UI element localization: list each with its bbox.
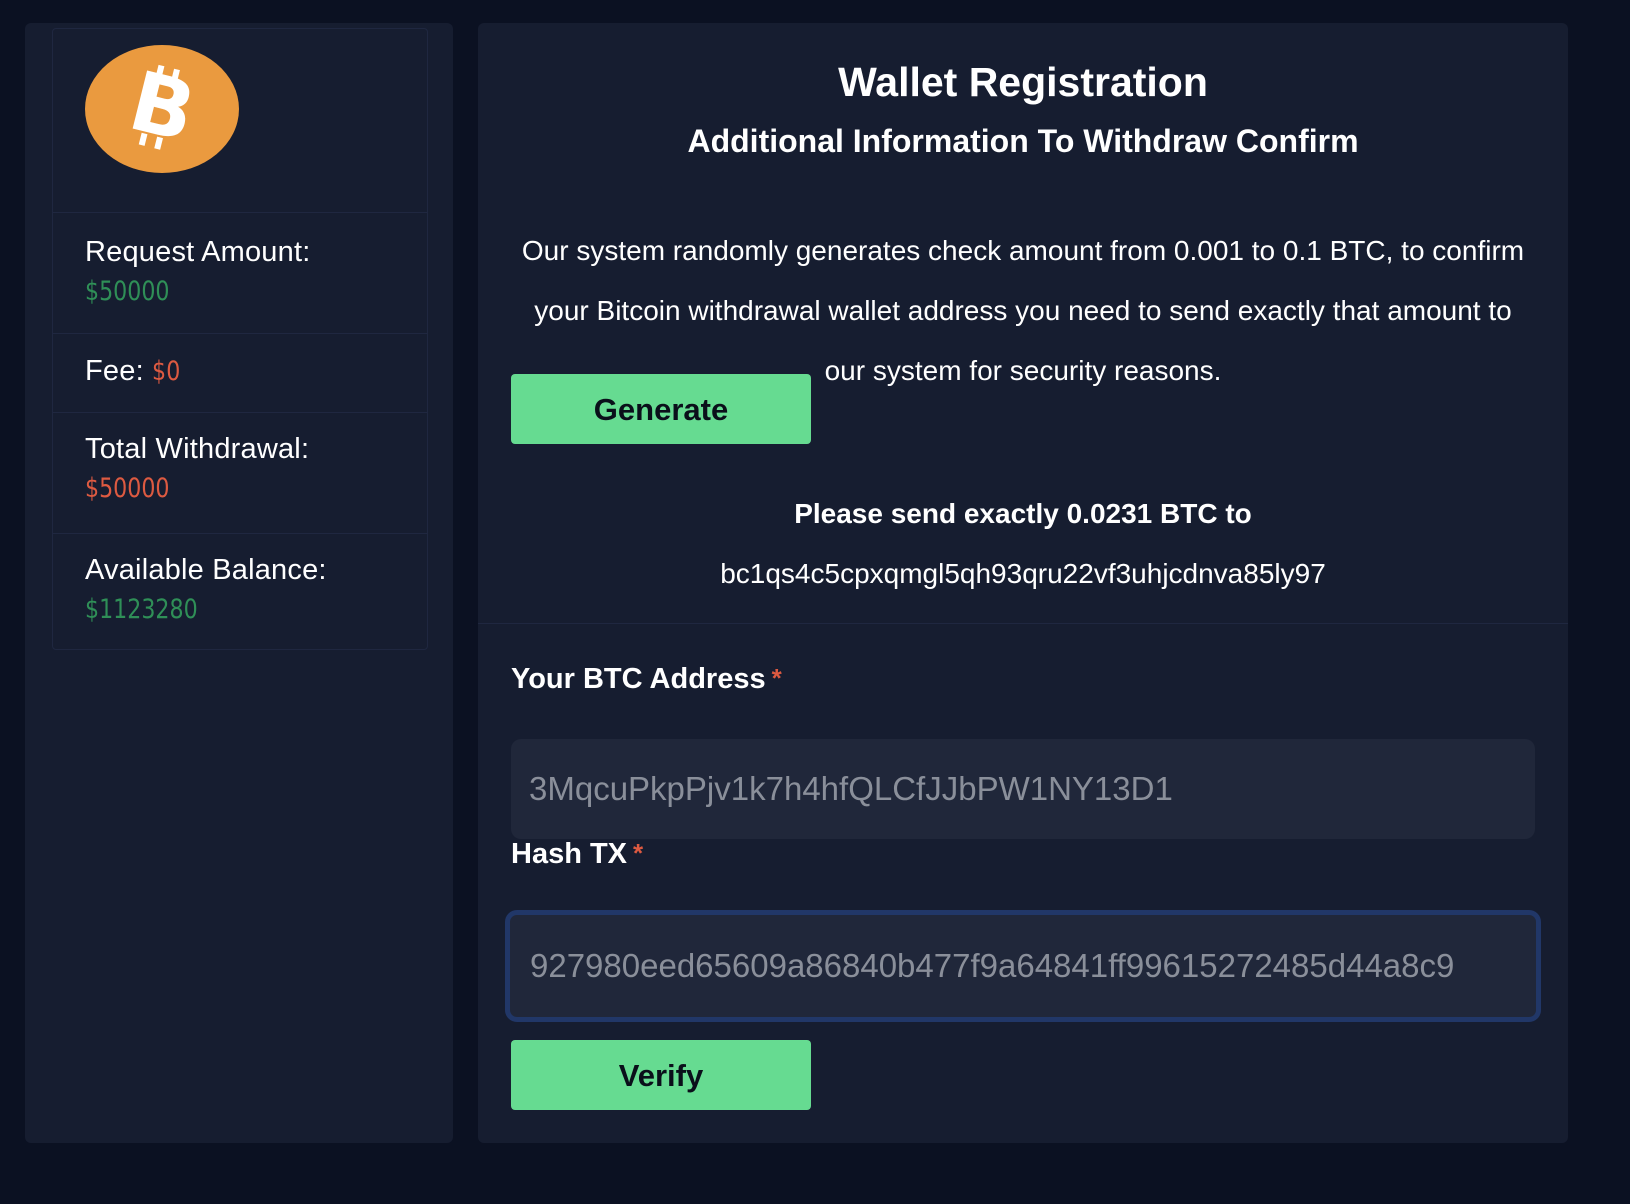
required-marker: * bbox=[771, 663, 782, 693]
fee-row: Fee: $0 bbox=[53, 334, 427, 413]
required-marker: * bbox=[633, 838, 644, 868]
available-balance-row: Available Balance: $1123280 bbox=[53, 534, 427, 649]
total-withdrawal-label: Total Withdrawal: bbox=[85, 433, 310, 465]
total-withdrawal-row: Total Withdrawal: $50000 bbox=[53, 413, 427, 534]
btc-address-label-text: Your BTC Address bbox=[511, 663, 766, 695]
request-amount-label: Request Amount: bbox=[85, 236, 311, 268]
hash-tx-label-text: Hash TX bbox=[511, 838, 628, 870]
fee-label-text: Fee: bbox=[85, 355, 144, 387]
send-amount-instruction: Please send exactly 0.0231 BTC to bbox=[794, 498, 1252, 529]
hash-tx-label: Hash TX * bbox=[511, 838, 643, 871]
total-withdrawal-value: $50000 bbox=[85, 473, 170, 504]
summary-panel: B Request Amount: $50000 Fee: $0 Total W… bbox=[25, 23, 453, 1143]
summary-card: B Request Amount: $50000 Fee: $0 Total W… bbox=[52, 28, 428, 650]
btc-address-label: Your BTC Address * bbox=[511, 663, 782, 696]
request-amount-value: $50000 bbox=[85, 276, 170, 307]
fee-label: Fee: $0 bbox=[85, 355, 187, 388]
verify-button[interactable]: Verify bbox=[511, 1040, 811, 1110]
available-balance-value: $1123280 bbox=[85, 594, 198, 625]
generate-button[interactable]: Generate bbox=[511, 374, 811, 444]
page-subtitle: Additional Information To Withdraw Confi… bbox=[687, 123, 1359, 159]
bitcoin-logo-icon: B bbox=[85, 45, 239, 173]
btc-address-input[interactable] bbox=[511, 739, 1535, 839]
request-amount-row: Request Amount: $50000 bbox=[53, 213, 427, 334]
section-divider bbox=[478, 623, 1568, 624]
fee-value: $0 bbox=[152, 356, 181, 387]
logo-row: B bbox=[53, 29, 427, 213]
page-title: Wallet Registration bbox=[838, 59, 1208, 105]
deposit-address: bc1qs4c5cpxqmgl5qh93qru22vf3uhjcdnva85ly… bbox=[720, 558, 1326, 589]
wallet-registration-panel: Wallet Registration Additional Informati… bbox=[478, 23, 1568, 1143]
hash-tx-input[interactable] bbox=[505, 910, 1541, 1022]
available-balance-label: Available Balance: bbox=[85, 554, 327, 586]
